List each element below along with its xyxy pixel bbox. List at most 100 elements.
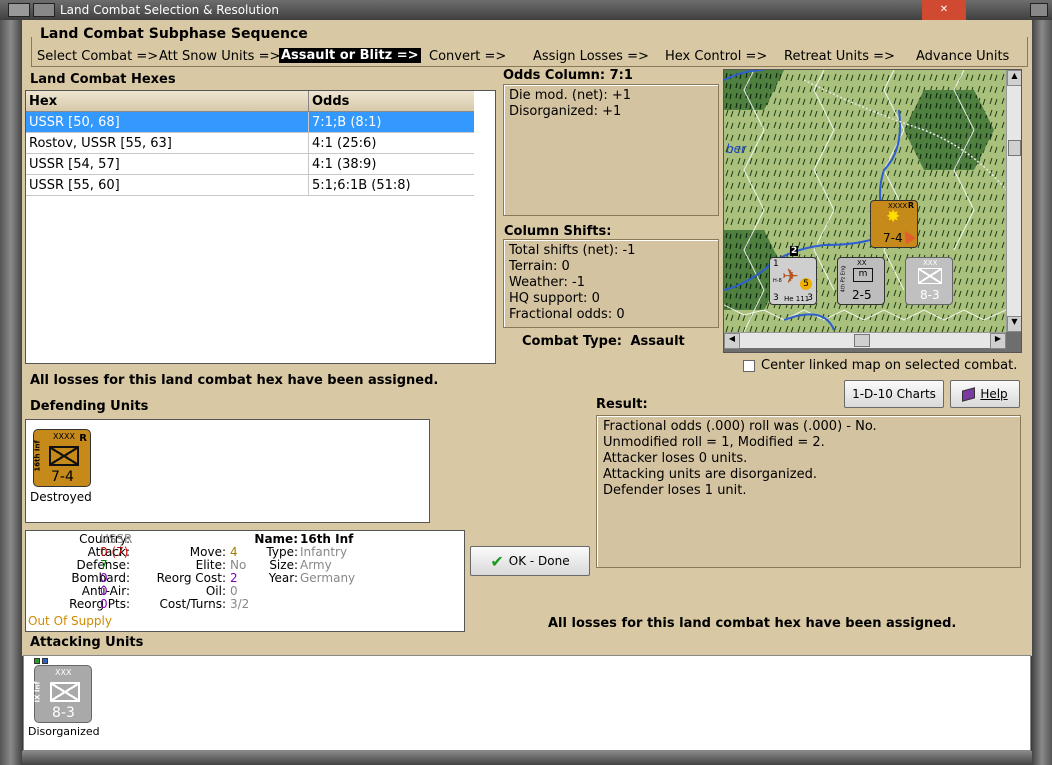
close-button[interactable]: ✕ [922,0,966,20]
cost-turns-value: 3/2 [230,597,250,611]
map-unit-he111[interactable]: 1 2 ✈ H-8 5 3 He 111 3 [769,246,817,305]
combat-type-value: Assault [630,334,685,349]
hexes-title: Land Combat Hexes [30,72,176,87]
infantry-icon [918,268,942,284]
odds-panel: Die mod. (net): +1 Disorganized: +1 [503,84,719,216]
status-dot-icon [42,658,48,664]
shift-line: HQ support: 0 [509,291,600,306]
unit-tag: R [79,433,87,444]
unit-strength: 8-3 [52,705,75,721]
scroll-left-icon[interactable]: ◀ [724,333,740,349]
explosion-icon: ✸ [886,207,901,227]
subphase-title: Land Combat Subphase Sequence [38,26,310,42]
reorg-pts-value: 0 [100,597,108,611]
scroll-right-icon[interactable]: ▶ [990,333,1006,349]
attacker-unit-counter[interactable]: XXX IX Inf 8-3 [34,665,92,723]
table-row[interactable]: USSR [55, 60] 5:1;6:1B (51:8) [26,175,474,196]
result-title: Result: [596,397,648,412]
charts-button-label: 1-D-10 Charts [852,387,936,401]
defending-title: Defending Units [30,399,149,414]
window-frame-right [1032,20,1052,765]
scroll-up-icon[interactable]: ▲ [1007,70,1021,86]
unit-strength: 7-4 [51,469,74,485]
center-map-option[interactable]: Center linked map on selected combat. [743,358,1017,373]
unit-info-panel: Country: Attack: Defense: Bombard: Anti-… [25,530,465,632]
status-dot-icon [34,658,40,664]
row-odds: 4:1 (25:6) [312,135,377,151]
result-panel: Fractional odds (.000) roll was (.000) -… [596,415,1021,568]
map-unit-value: 1 [773,259,779,269]
window-menu-icon[interactable] [8,3,30,17]
minimize-icon[interactable] [33,3,55,17]
center-map-label: Center linked map on selected combat. [761,358,1018,373]
map-vscroll[interactable]: ▲ ▼ [1006,70,1021,332]
table-row[interactable]: USSR [50, 68] 7:1;B (8:1) [26,112,474,133]
shift-line: Total shifts (net): -1 [509,243,636,258]
table-row[interactable]: Rostov, USSR [55, 63] 4:1 (25:6) [26,133,474,154]
hexes-table: Hex Odds USSR [50, 68] 7:1;B (8:1) Rosto… [25,90,496,364]
losses-msg-bottom: All losses for this land combat hex have… [548,616,957,631]
step-assign-losses: Assign Losses => [533,49,649,64]
charts-button[interactable]: 1-D-10 Charts [844,380,944,408]
map-unit-8-3[interactable]: XXX 8-3 [905,257,953,305]
odds-title: Odds Column: 7:1 [503,68,633,83]
map-unit-side: H-8 [773,278,782,284]
result-line: Fractional odds (.000) roll was (.000) -… [603,419,877,434]
center-map-checkbox[interactable] [743,359,755,372]
restore-icon[interactable] [1030,3,1048,17]
plane-icon: ✈ [782,264,799,288]
map-view[interactable]: ber XXXX R ✸ 7-4 1 2 ✈ H-8 5 3 He 111 3 … [723,69,1022,353]
step-hex-control: Hex Control => [665,49,768,64]
shift-line: Terrain: 0 [509,259,570,274]
window-frame-bottom [22,751,1032,765]
attacking-panel: XXX IX Inf 8-3 Disorganized [23,655,1031,751]
ok-done-button[interactable]: ✔ OK - Done [470,546,590,576]
col-header-odds[interactable]: Odds [309,94,349,109]
result-line: Unmodified roll = 1, Modified = 2. [603,435,825,450]
scroll-down-icon[interactable]: ▼ [1007,316,1021,332]
year-value: Germany [300,571,356,585]
vscroll-thumb[interactable] [1008,140,1021,156]
odds-line: Disorganized: +1 [509,104,622,119]
row-odds: 7:1;B (8:1) [312,114,382,130]
result-line: Attacking units are disorganized. [603,467,817,482]
odds-line: Die mod. (net): +1 [509,88,632,103]
map-unit-strength: 2-5 [852,288,872,302]
losses-msg-top: All losses for this land combat hex have… [30,373,439,388]
window-title: Land Combat Selection & Resolution [60,3,279,17]
map-unit-4th-pz-eng[interactable]: XX 4th Pz Eng m 2-5 [837,257,885,305]
engineer-icon: m [853,268,873,282]
step-convert: Convert => [429,49,507,64]
map-unit-badge: 5 [800,278,812,290]
defending-panel: XXXX R 16th Inf 7-4 Destroyed [25,419,430,523]
cost-turns-label: Cost/Turns: [159,597,226,611]
year-label: Year: [268,571,298,585]
ok-done-label: OK - Done [508,554,570,568]
result-line: Attacker loses 0 units. [603,451,748,466]
table-row[interactable]: USSR [54, 57] 4:1 (38:9) [26,154,474,175]
row-odds: 5:1;6:1B (51:8) [312,177,411,193]
book-icon [962,386,976,402]
defender-unit-counter[interactable]: XXXX R 16th Inf 7-4 [33,429,91,487]
map-unit-size: XXX [923,259,938,267]
map-unit-name: 4th Pz Eng [840,265,847,293]
attack-value: 0 [100,545,108,559]
window-frame-left [0,20,22,765]
step-assault-or-blitz: Assault or Blitz => [279,48,421,63]
supply-status: Out Of Supply [28,614,112,628]
col-header-hex[interactable]: Hex [26,91,309,111]
shift-line: Fractional odds: 0 [509,307,625,322]
map-unit-strength: 8-3 [920,288,940,302]
hscroll-thumb[interactable] [854,334,870,347]
step-retreat-units: Retreat Units => [784,49,895,64]
row-hex: Rostov, USSR [55, 63] [26,133,309,153]
infantry-icon [50,682,80,702]
shift-line: Weather: -1 [509,275,585,290]
step-att-snow-units: Att Snow Units => [159,49,281,64]
help-button[interactable]: Help [950,380,1020,408]
step-advance-units: Advance Units [916,49,1010,64]
title-bar: Land Combat Selection & Resolution ✕ [0,0,1052,20]
attack-paren: (7) [111,545,129,559]
map-hscroll[interactable]: ◀ ▶ [724,332,1006,349]
checkmark-icon: ✔ [490,551,504,571]
